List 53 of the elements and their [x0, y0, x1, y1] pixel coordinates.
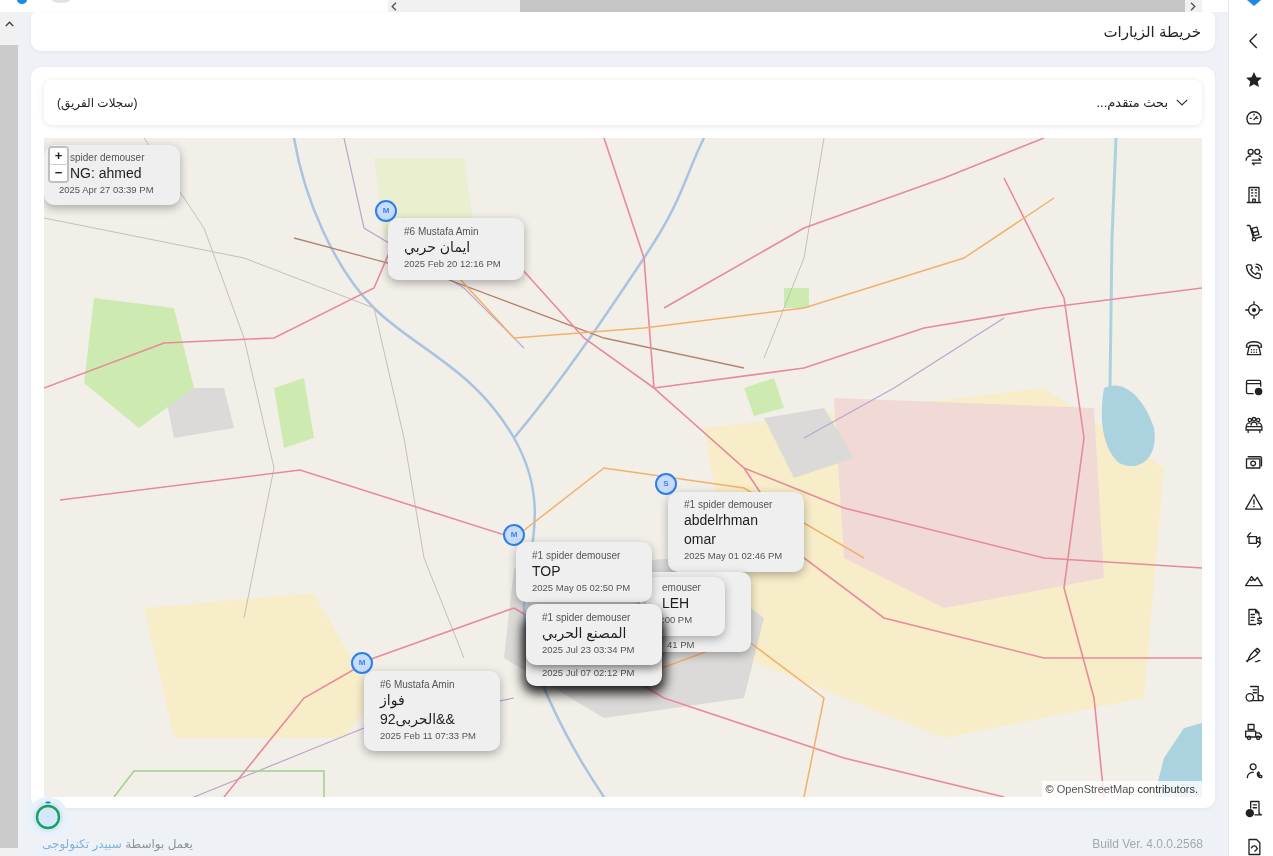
warning-icon[interactable] [1244, 491, 1264, 512]
logo-icon[interactable] [1247, 0, 1261, 6]
scrollbar-thumb[interactable] [520, 0, 1185, 12]
advanced-search-toggle[interactable]: بحث متقدم... [1096, 95, 1188, 110]
horizontal-scrollbar[interactable] [388, 0, 1202, 12]
popup-user: #1 spider demouser [684, 499, 773, 511]
hand-truck-icon[interactable] [1244, 223, 1264, 244]
popup-date: 41 PM [667, 638, 695, 651]
team-records-label: (سجلات الفريق) [57, 95, 138, 110]
team-icon[interactable] [1244, 415, 1264, 436]
app-icon[interactable] [17, 0, 27, 4]
zoom-in-button[interactable]: + [50, 148, 67, 165]
popup-name: NG: ahmed [70, 164, 142, 183]
video-camera-icon[interactable] [1244, 530, 1264, 551]
popup-date: :00 PM [662, 613, 693, 626]
popup-date: 2025 Feb 20 12:16 PM [404, 257, 501, 270]
delivery-truck-icon[interactable] [1244, 722, 1264, 743]
popup-user: #1 spider demouser [542, 612, 631, 624]
powered-by-text: يعمل بواسطة سبيدر تكنولوجى [42, 837, 193, 851]
user-phone-icon[interactable] [1244, 760, 1264, 781]
popup-date: 2025 Jul 07 02:12 PM [542, 666, 635, 679]
popup-user: spider demouser [70, 152, 145, 164]
phone-call-icon[interactable] [1244, 261, 1264, 282]
spinner-icon [28, 797, 68, 837]
popup-name: abdelrhman omar [684, 511, 759, 549]
page-title: خريطة الزيارات [1103, 22, 1201, 41]
document-add-icon[interactable] [1244, 799, 1264, 819]
map-attribution: © OpenStreetMap contributors. [1041, 781, 1202, 797]
popup-name: فواز الحربى92&& [380, 691, 456, 729]
attribution-link[interactable]: OpenStreetMap [1056, 783, 1135, 795]
scroll-right-icon[interactable] [1190, 1, 1196, 11]
popup-user: #6 Mustafa Amin [404, 226, 479, 238]
scroll-up-icon[interactable] [4, 21, 14, 27]
popup-user: #6 Mustafa Amin [380, 679, 455, 691]
target-icon[interactable] [1244, 299, 1264, 320]
popup-date: 2025 Apr 27 03:39 PM [59, 183, 154, 196]
popup-date: 2025 Feb 11 07:33 PM [380, 729, 476, 742]
popup-date: 2025 May 05 02:50 PM [532, 581, 631, 594]
popup-name: ايمان حربي [404, 238, 471, 257]
popup-user: emouser [662, 582, 701, 594]
building-icon[interactable] [1244, 184, 1264, 205]
popup-name: LEH [662, 594, 690, 613]
company-link[interactable]: سبيدر تكنولوجى [42, 837, 122, 851]
popup-date: 2025 Jul 23 03:34 PM [542, 643, 635, 656]
build-version: Build Ver. 4.0.0.2568 [1092, 837, 1203, 851]
popup-name: المصنع الحربي [542, 624, 627, 643]
chevron-down-icon [1176, 99, 1188, 106]
popup-date: 2025 May 01 02:46 PM [684, 549, 783, 562]
scroll-left-icon[interactable] [391, 1, 397, 11]
users-swap-icon[interactable] [1244, 146, 1264, 167]
popup-user: #1 spider demouser [532, 550, 621, 562]
popup-name: TOP [532, 562, 561, 581]
receipt-icon[interactable] [1244, 683, 1264, 704]
